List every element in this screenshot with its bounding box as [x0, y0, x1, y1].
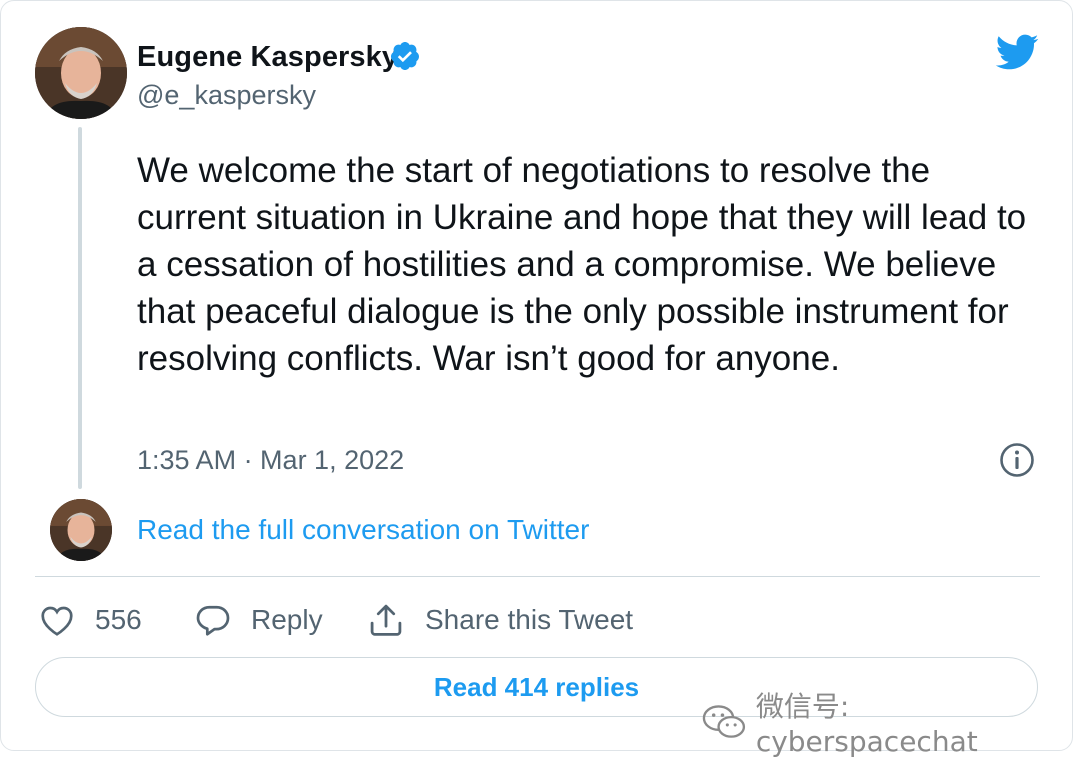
- author-name[interactable]: Eugene Kaspersky: [137, 41, 398, 74]
- author-handle[interactable]: @e_kaspersky: [137, 80, 316, 111]
- read-conversation-link[interactable]: Read the full conversation on Twitter: [137, 514, 589, 546]
- reply-bubble-icon: [196, 605, 230, 636]
- read-replies-label: Read 414 replies: [433, 671, 640, 702]
- verified-badge-icon: [390, 42, 419, 70]
- like-button[interactable]: 556: [39, 598, 142, 642]
- tweet-timestamp[interactable]: 1:35 AM · Mar 1, 2022: [137, 445, 404, 476]
- info-icon[interactable]: [999, 442, 1035, 478]
- share-upload-icon: [370, 604, 402, 636]
- watermark: 微信号: cyberspacechat: [701, 685, 1072, 758]
- wechat-icon: [702, 704, 746, 738]
- conversation-avatar[interactable]: [50, 499, 112, 561]
- share-button[interactable]: Share this Tweet: [367, 598, 633, 642]
- tweet-card: Eugene Kaspersky @e_kaspersky We welcome…: [0, 0, 1073, 758]
- watermark-text: 微信号: cyberspacechat: [755, 690, 978, 758]
- author-avatar[interactable]: [35, 27, 127, 119]
- like-count: 556: [95, 604, 142, 635]
- reply-label: Reply: [251, 604, 323, 635]
- reply-button[interactable]: Reply: [195, 598, 323, 642]
- tweet-text: We welcome the start of negotiations to …: [137, 151, 1027, 378]
- twitter-bird-icon[interactable]: [994, 33, 1039, 71]
- thread-line: [78, 127, 82, 489]
- share-label: Share this Tweet: [425, 604, 634, 635]
- divider: [35, 576, 1040, 577]
- heart-icon: [41, 606, 73, 636]
